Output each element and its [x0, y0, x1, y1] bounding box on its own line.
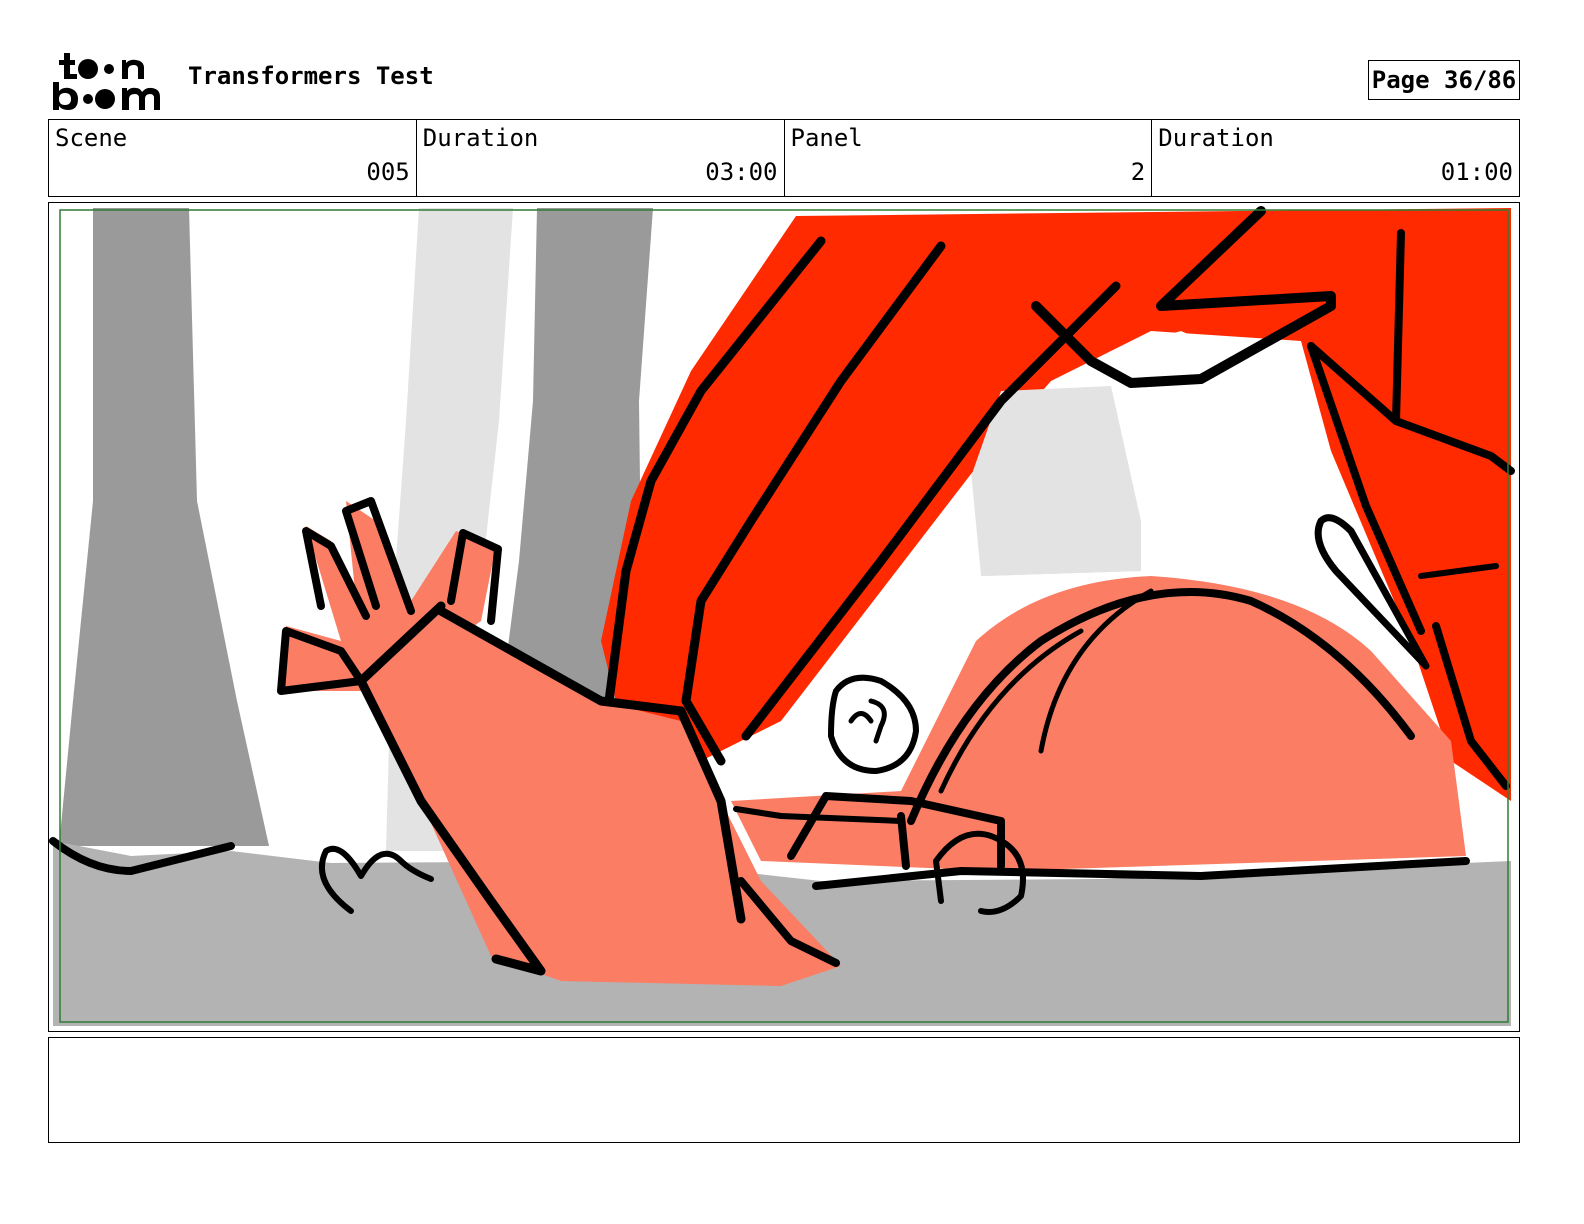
scene-duration-cell: Duration 03:00	[417, 120, 785, 196]
scene-duration-label: Duration	[422, 124, 539, 152]
panel-label: Panel	[790, 124, 863, 152]
red-gap-rock	[973, 386, 1141, 576]
panel-cell: Panel 2	[785, 120, 1153, 196]
panel-duration-cell: Duration 01:00	[1152, 120, 1519, 196]
scene-label: Scene	[55, 124, 128, 152]
document-title: Transformers Test	[188, 62, 434, 90]
storyboard-panel-frame	[48, 202, 1520, 1032]
panel-duration-value: 01:00	[1440, 158, 1513, 186]
panel-info-table: Scene 005 Duration 03:00 Panel 2 Duratio…	[48, 119, 1520, 197]
page-indicator: Page 36/86	[1368, 60, 1520, 100]
scene-cell: Scene 005	[49, 120, 417, 196]
scene-duration-value: 03:00	[705, 158, 778, 186]
toon-boom-logo	[53, 53, 160, 110]
ink-red-vertical	[1392, 229, 1405, 425]
panel-duration-label: Duration	[1158, 124, 1274, 152]
scene-value: 005	[366, 158, 410, 186]
ink-pants-fold	[897, 812, 910, 870]
storyboard-drawing	[49, 203, 1518, 1030]
notes-box	[48, 1037, 1520, 1143]
panel-value: 2	[1130, 158, 1146, 186]
